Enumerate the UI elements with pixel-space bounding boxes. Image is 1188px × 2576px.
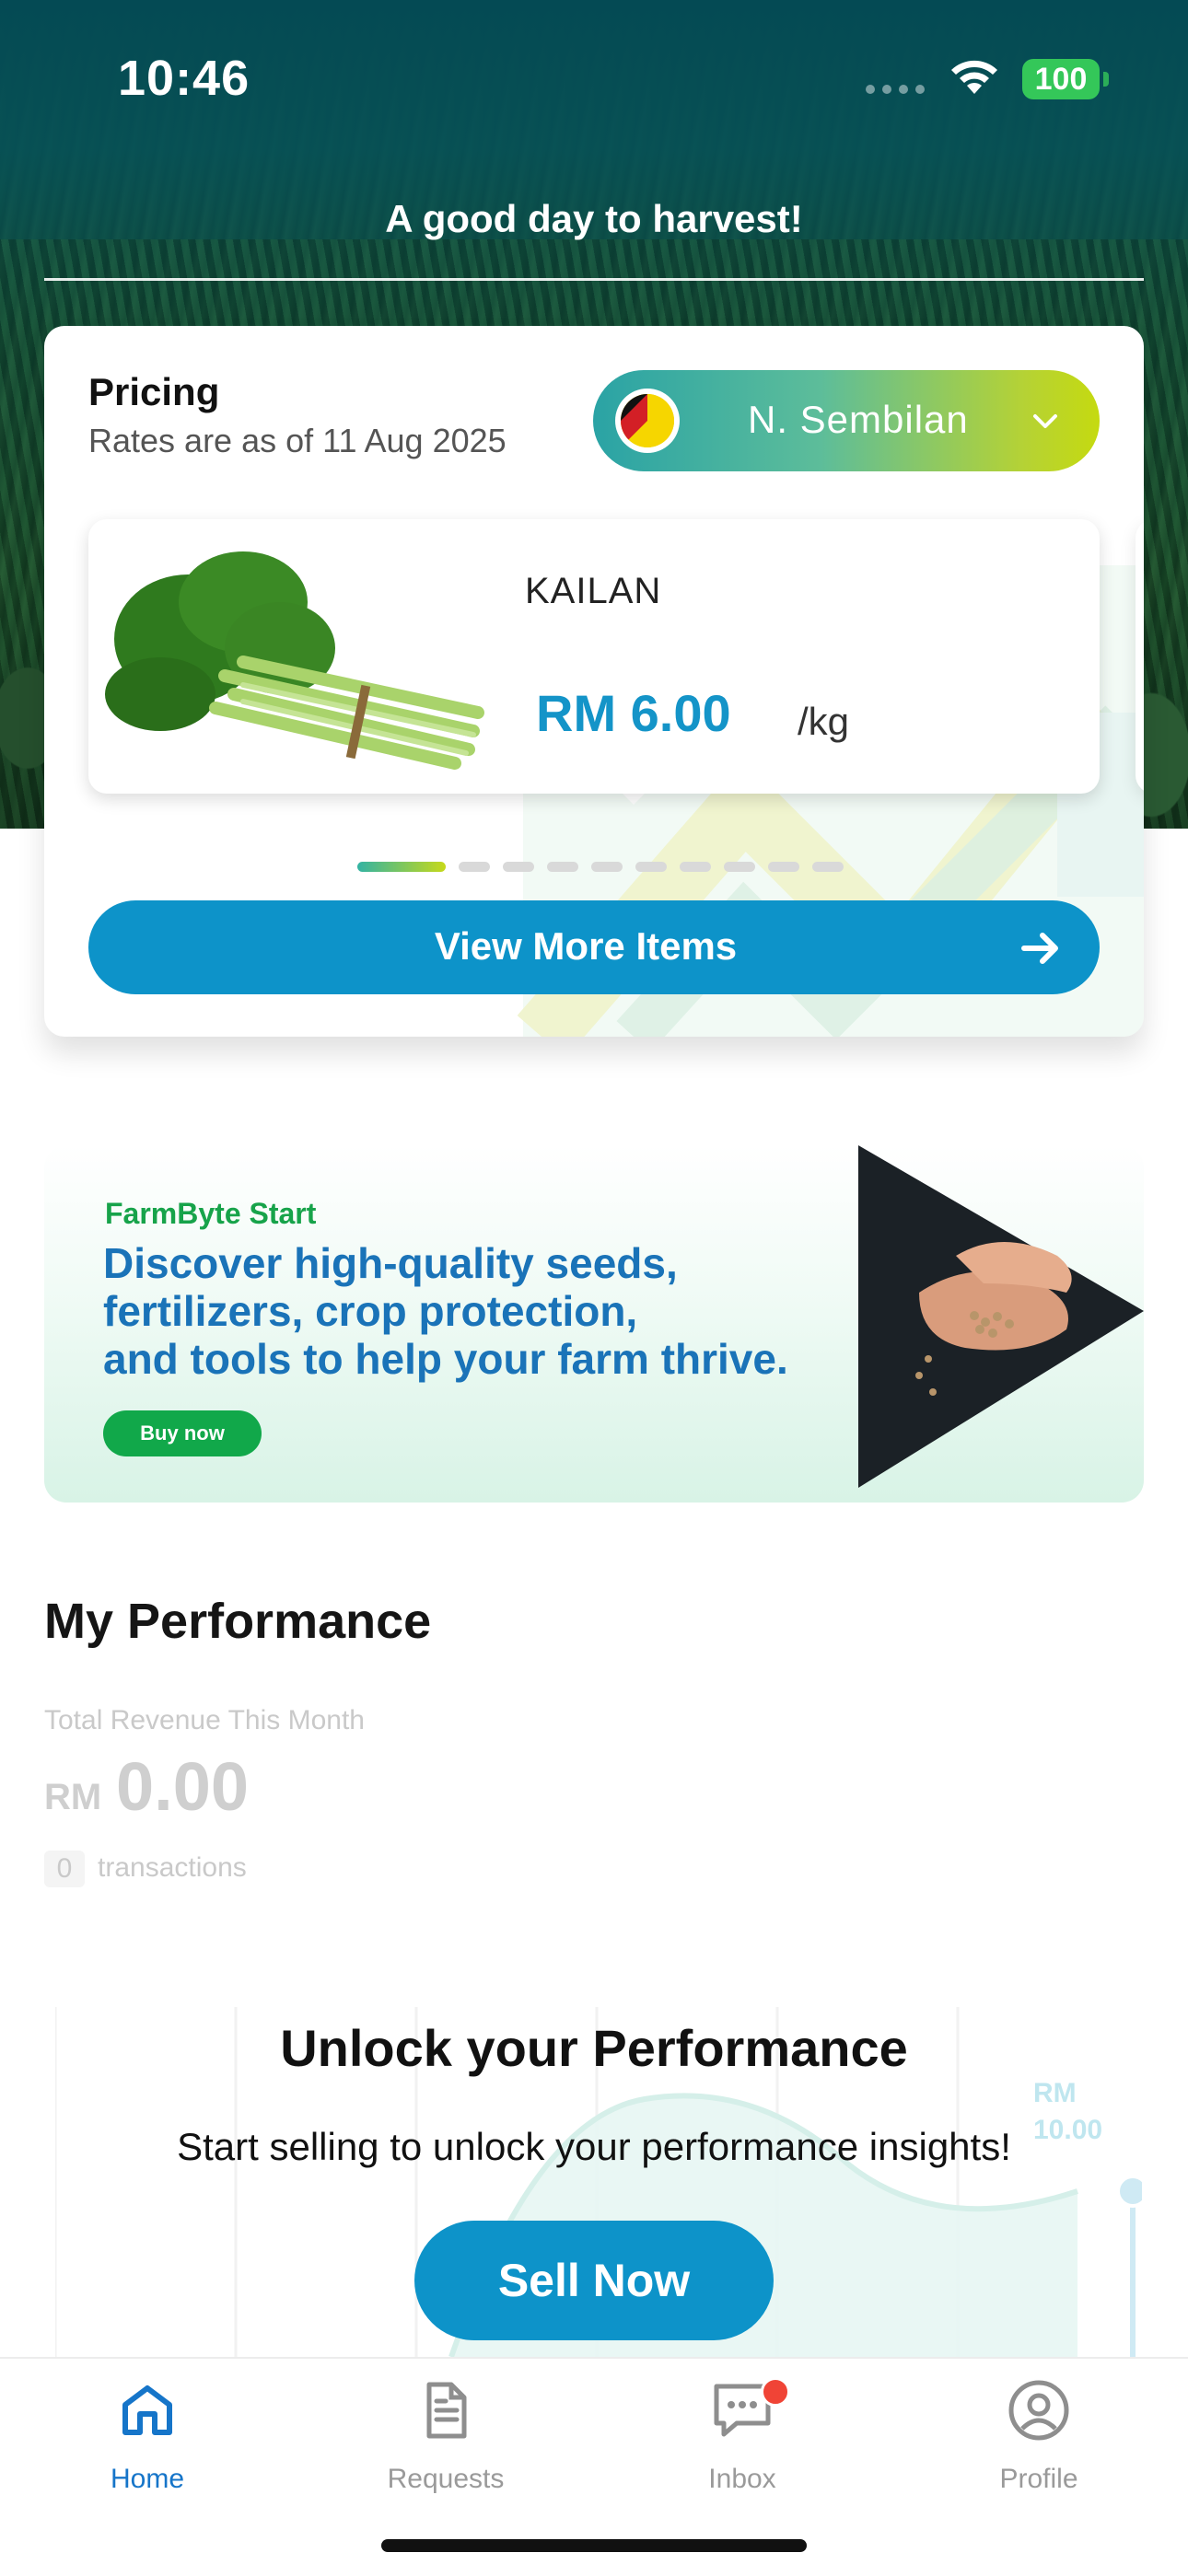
item-unit: /kg (798, 700, 850, 743)
pager-dot[interactable] (547, 862, 578, 872)
unlock-subtitle: Start selling to unlock your performance… (177, 2125, 1011, 2168)
pager-dot[interactable] (812, 862, 844, 872)
user-circle-icon (1008, 2380, 1069, 2441)
tab-home-label: Home (110, 2464, 185, 2494)
arrow-right-icon (1021, 933, 1058, 964)
transaction-count: 0 (44, 1851, 85, 1887)
greeting-divider (44, 278, 1144, 281)
pager-dot[interactable] (768, 862, 799, 872)
performance-title: My Performance (44, 1594, 432, 1649)
transactions-label: transactions (98, 1852, 247, 1883)
pager-dot[interactable] (591, 862, 623, 872)
wifi-icon (951, 60, 997, 94)
inbox-notification-badge (761, 2377, 790, 2407)
next-item-card[interactable] (1136, 519, 1144, 794)
state-flag-icon (615, 389, 680, 453)
item-name: KAILAN (525, 571, 662, 611)
tab-requests[interactable]: Requests (335, 2377, 556, 2506)
item-price: RM 6.00 (536, 684, 731, 742)
tab-inbox-label: Inbox (708, 2464, 776, 2494)
unlock-title: Unlock your Performance (280, 2019, 908, 2077)
signal-icon (866, 85, 925, 94)
view-more-items-button[interactable]: View More Items (88, 900, 1100, 994)
home-indicator (381, 2539, 807, 2552)
pager-dot[interactable] (724, 862, 755, 872)
carousel-pager (357, 862, 844, 872)
seeds-in-hand-image (858, 1145, 1144, 1488)
banner-headline-line: Discover high-quality seeds, (103, 1239, 678, 1287)
kailan-image (105, 551, 484, 770)
battery-tip (1103, 72, 1109, 87)
status-time: 10:46 (118, 51, 250, 106)
buy-now-button[interactable]: Buy now (103, 1410, 262, 1456)
sell-now-button[interactable]: Sell Now (414, 2221, 774, 2340)
pager-dot[interactable] (459, 862, 490, 872)
revenue-amount: 0.00 (116, 1748, 250, 1825)
tab-home[interactable]: Home (37, 2377, 258, 2506)
revenue-currency: RM (44, 1777, 102, 1817)
banner-headline-line: fertilizers, crop protection, (103, 1287, 638, 1335)
home-icon (122, 2385, 172, 2435)
banner-headline-line: and tools to help your farm thrive. (103, 1335, 788, 1383)
pager-dot[interactable] (503, 862, 534, 872)
banner-brand: FarmByte Start (105, 1197, 317, 1230)
view-more-label: View More Items (434, 924, 738, 968)
pricing-card: Pricing Rates are as of 11 Aug 2025 N. S… (44, 326, 1144, 1037)
tab-profile[interactable]: Profile (928, 2377, 1149, 2506)
tab-profile-label: Profile (999, 2464, 1078, 2494)
pricing-title: Pricing (88, 370, 220, 413)
tab-requests-label: Requests (387, 2464, 505, 2494)
pager-dot-active[interactable] (357, 862, 446, 872)
greeting-text: A good day to harvest! (385, 197, 803, 240)
battery-indicator: 100 (1022, 59, 1100, 99)
chart-value-currency: RM (1033, 2078, 1077, 2108)
price-item-card[interactable]: KAILAN RM 6.00 /kg (88, 519, 1100, 794)
state-label: N. Sembilan (748, 398, 969, 441)
chevron-down-icon (1033, 414, 1057, 428)
pricing-date: Rates are as of 11 Aug 2025 (88, 422, 507, 459)
promo-banner[interactable]: FarmByte Start Discover high-quality see… (44, 1145, 1144, 1503)
document-icon (426, 2382, 467, 2439)
pager-dot[interactable] (680, 862, 711, 872)
pager-dot[interactable] (635, 862, 667, 872)
revenue-label: Total Revenue This Month (44, 1705, 365, 1735)
banner-headline: Discover high-quality seeds, fertilizers… (103, 1239, 858, 1383)
state-selector[interactable]: N. Sembilan (593, 370, 1100, 471)
tab-inbox[interactable]: Inbox (632, 2377, 853, 2506)
